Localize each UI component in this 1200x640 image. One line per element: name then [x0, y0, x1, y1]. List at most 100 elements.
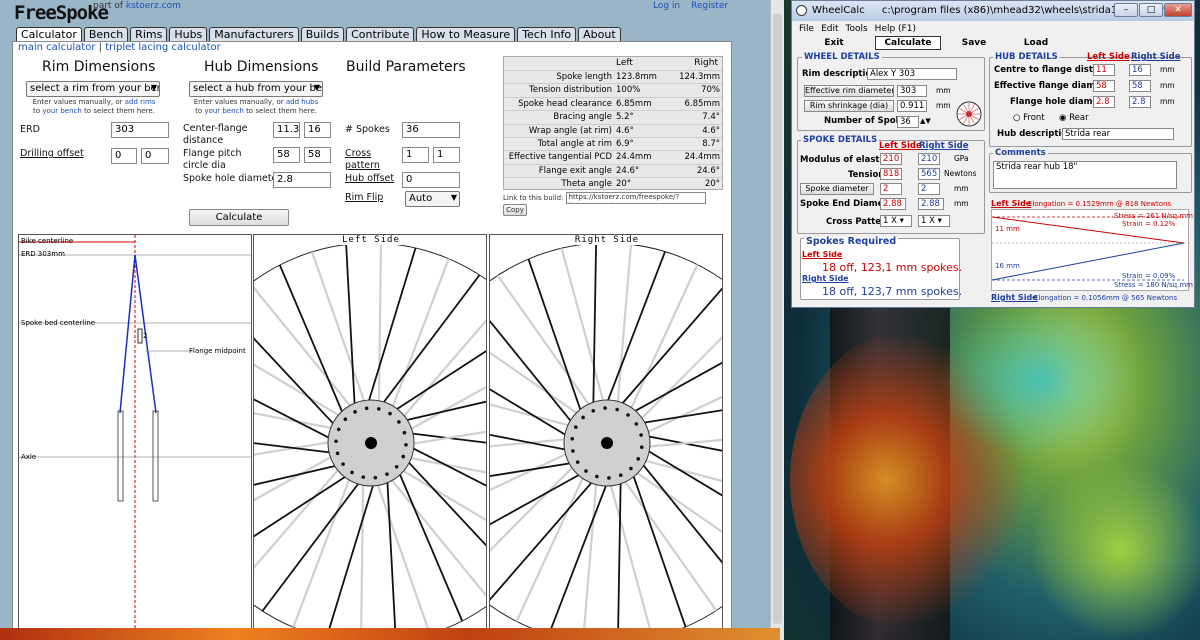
close-icon[interactable]: ✕	[1164, 3, 1192, 17]
centre-flange-left-input[interactable]: 11	[1093, 64, 1115, 76]
tension-left-input[interactable]: 818	[880, 168, 902, 180]
spoke-end-right-input[interactable]: 2.88	[918, 198, 944, 210]
main-calculator-link[interactable]: main calculator	[18, 42, 95, 53]
build-link-input[interactable]: https://kstoerz.com/freespoke/?link=18a=…	[565, 192, 706, 204]
spoke	[386, 474, 397, 633]
save-button[interactable]: Save	[952, 36, 996, 50]
kstoerz-link[interactable]: kstoerz.com	[126, 1, 181, 11]
cross-pattern-label[interactable]: Cross pattern	[345, 148, 395, 172]
centre-flange-right-input[interactable]: 16	[1129, 64, 1151, 76]
spokes-input[interactable]: 36	[402, 122, 460, 138]
rear-radio[interactable]: ◉ Rear	[1059, 113, 1089, 123]
modulus-right-input[interactable]: 210	[918, 153, 940, 165]
comments-textarea[interactable]: Strida rear hub 18"	[993, 161, 1177, 189]
spoke-diameter-right-input[interactable]: 2	[918, 183, 940, 195]
rim-flip-select[interactable]: Auto ▼	[405, 191, 460, 207]
flange-hole	[639, 433, 643, 437]
results-cell-k: Theta angle	[561, 179, 612, 190]
exit-button[interactable]: Exit	[814, 36, 854, 50]
triplet-calculator-link[interactable]: triplet lacing calculator	[105, 42, 221, 53]
elongation-left-text: Elongation = 0.1529mm @ 818 Newtons	[1028, 200, 1172, 208]
tab-about[interactable]: About	[578, 27, 621, 42]
flange-hole-left-input[interactable]: 2.8	[1093, 96, 1115, 108]
rim-bench-link[interactable]: your bench	[42, 107, 81, 115]
add-hubs-link[interactable]: add hubs	[286, 98, 318, 106]
hub-select[interactable]: select a hub from your be ▼	[189, 81, 323, 97]
cross-right-input[interactable]: 1	[433, 147, 460, 163]
copy-link-button[interactable]: Copy	[503, 204, 527, 216]
rim-description-input[interactable]: Alex Y 303	[867, 68, 957, 80]
load-button[interactable]: Load	[1014, 36, 1058, 50]
drilling-offset-label[interactable]: Drilling offset	[20, 148, 84, 160]
tab-tech-info[interactable]: Tech Info	[517, 27, 577, 42]
scrollbar-thumb[interactable]	[773, 14, 782, 624]
spoke-hole-input[interactable]: 2.8	[273, 172, 331, 188]
erd-input[interactable]: 303	[111, 122, 169, 138]
calculate-toolbar-button[interactable]: Calculate	[875, 36, 941, 50]
add-rims-link[interactable]: add rims	[125, 98, 156, 106]
hub-description-input[interactable]: Strida rear	[1062, 128, 1174, 140]
spoke-diameter-button[interactable]: Spoke diameter	[800, 183, 874, 195]
flange-hole	[401, 454, 406, 459]
required-left-side-label: Left Side	[802, 250, 843, 259]
flange-hole-right-input[interactable]: 2.8	[1129, 96, 1151, 108]
spoke-end-left-input[interactable]: 2.88	[880, 198, 906, 210]
erd-diagram-label: ERD 303mm	[21, 250, 65, 258]
tab-builds[interactable]: Builds	[300, 27, 345, 42]
tab-how-to-measure[interactable]: How to Measure	[416, 27, 516, 42]
spoke	[582, 476, 598, 633]
menu-help[interactable]: Help (F1)	[875, 24, 916, 34]
minimize-icon[interactable]: –	[1114, 3, 1138, 17]
rim-shrinkage-button[interactable]: Rim shrinkage (dia)	[804, 100, 894, 112]
spoke-diameter-left-input[interactable]: 2	[880, 183, 902, 195]
spoke	[604, 251, 666, 409]
effective-rim-diameter-input[interactable]: 303	[897, 85, 927, 97]
cross-left-input[interactable]: 1	[402, 147, 429, 163]
rim-flip-label[interactable]: Rim Flip	[345, 192, 383, 204]
cross-right-select[interactable]: 1 X ▾	[918, 215, 950, 227]
center-flange-left-input[interactable]: 11.3	[273, 122, 300, 138]
tension-right-input[interactable]: 565	[918, 168, 940, 180]
required-right-side-label: Right Side	[802, 274, 849, 283]
hub-offset-label[interactable]: Hub offset	[345, 173, 394, 185]
login-link[interactable]: Log in	[653, 1, 680, 11]
wheel-preview-icon[interactable]	[956, 101, 982, 127]
menu-tools[interactable]: Tools	[846, 24, 868, 34]
rim-shrinkage-input[interactable]: 0.911	[897, 100, 927, 112]
hub-offset-input[interactable]: 0	[402, 172, 460, 188]
effective-flange-left-input[interactable]: 58	[1093, 80, 1115, 92]
front-radio[interactable]: ○ Front	[1013, 113, 1045, 123]
results-row: Tension distribution 100% 70%	[504, 83, 724, 97]
tab-rims[interactable]: Rims	[130, 27, 168, 42]
rim-select[interactable]: select a rim from your ber ▼	[26, 81, 160, 97]
register-link[interactable]: Register	[691, 1, 728, 11]
num-spokes-input[interactable]: 36	[897, 116, 919, 128]
hub-bench-link[interactable]: your bench	[204, 107, 243, 115]
menu-file[interactable]: File	[799, 24, 814, 34]
drilling-offset-right-input[interactable]: 0	[141, 148, 169, 164]
num-spokes-spinner[interactable]: ▲▼	[920, 116, 931, 126]
flange-hole	[394, 465, 399, 469]
flange-pcd-left-input[interactable]: 58	[273, 147, 300, 163]
calculate-button[interactable]: Calculate	[189, 209, 289, 226]
spoke	[592, 243, 597, 411]
menu-edit[interactable]: Edit	[821, 24, 838, 34]
results-cell-r: 8.7°	[702, 139, 720, 149]
flange-pcd-label: Flange pitch circle dia	[183, 148, 242, 171]
effective-flange-right-input[interactable]: 58	[1129, 80, 1151, 92]
browser-scrollbar[interactable]	[770, 0, 784, 640]
center-flange-right-input[interactable]: 16	[304, 122, 331, 138]
flange-hole	[591, 409, 596, 413]
tab-contribute[interactable]: Contribute	[346, 27, 415, 42]
tab-bench[interactable]: Bench	[83, 27, 129, 42]
tab-manufacturers[interactable]: Manufacturers	[209, 27, 299, 42]
cross-left-select[interactable]: 1 X ▾	[880, 215, 912, 227]
drilling-offset-left-input[interactable]: 0	[111, 148, 137, 164]
flange-hole	[397, 420, 401, 424]
maximize-icon[interactable]: □	[1139, 3, 1163, 17]
flange-pcd-right-input[interactable]: 58	[304, 147, 331, 163]
modulus-left-input[interactable]: 210	[880, 153, 902, 165]
tab-hubs[interactable]: Hubs	[169, 27, 208, 42]
flange-hole	[335, 451, 340, 456]
effective-rim-diameter-button[interactable]: Effective rim diameter	[804, 85, 894, 97]
